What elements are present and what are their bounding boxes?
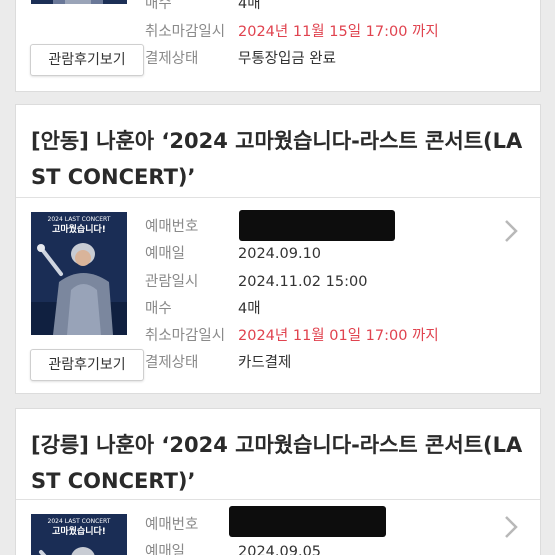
ticket-count-value: 4매 <box>238 301 261 317</box>
chevron-right-icon[interactable] <box>502 514 520 540</box>
concert-poster <box>31 0 127 4</box>
row-label: 예매일 <box>145 544 186 555</box>
svg-text:고마웠습니다!: 고마웠습니다! <box>52 223 106 235</box>
row-label: 예매일 <box>145 246 186 262</box>
booking-date-value: 2024.09.05 <box>238 544 322 555</box>
svg-text:2024 LAST CONCERT: 2024 LAST CONCERT <box>48 216 111 223</box>
show-datetime-value: 2024.11.02 15:00 <box>238 274 368 290</box>
chevron-right-icon[interactable] <box>502 218 520 244</box>
row-label: 관람일시 <box>145 274 199 290</box>
concert-poster: 2024 LAST CONCERT 고마웠습니다! <box>31 514 127 555</box>
ticket-details[interactable]: 2024 LAST CONCERT 고마웠습니다! 예매번호 예매일 2024.… <box>16 499 540 555</box>
concert-title: [강릉] 나훈아 ‘2024 고마웠습니다-라스트 콘서트(LAST CONCE… <box>31 433 523 493</box>
view-review-button[interactable]: 관람후기보기 <box>30 349 144 381</box>
row-label: 예매번호 <box>145 517 199 533</box>
row-label: 결제상태 <box>145 355 199 371</box>
cancel-deadline-value: 2024년 11월 15일 17:00 까지 <box>238 24 439 40</box>
row-label: 취소마감일시 <box>145 328 226 344</box>
redaction-bar <box>229 506 386 537</box>
booking-date-value: 2024.09.10 <box>238 246 322 262</box>
ticket-card-2[interactable]: [안동] 나훈아 ‘2024 고마웠습니다-라스트 콘서트(LAST CONCE… <box>15 104 541 394</box>
cancel-deadline-value: 2024년 11월 01일 17:00 까지 <box>238 328 439 344</box>
ticket-card-1[interactable]: 매수 4매 취소마감일시 2024년 11월 15일 17:00 까지 결제상태… <box>15 0 541 92</box>
row-label: 매수 <box>145 0 172 12</box>
view-review-button[interactable]: 관람후기보기 <box>30 44 144 76</box>
row-label: 매수 <box>145 301 172 317</box>
payment-status-value: 무통장입금 완료 <box>238 51 336 67</box>
svg-text:고마웠습니다!: 고마웠습니다! <box>52 525 106 537</box>
svg-text:2024 LAST CONCERT: 2024 LAST CONCERT <box>48 518 111 525</box>
row-value: 4매 <box>238 0 261 12</box>
ticket-card-3[interactable]: [강릉] 나훈아 ‘2024 고마웠습니다-라스트 콘서트(LAST CONCE… <box>15 408 541 555</box>
concert-poster: 2024 LAST CONCERT 고마웠습니다! <box>31 212 127 335</box>
redaction-bar <box>239 210 395 241</box>
payment-status-value: 카드결제 <box>238 355 292 371</box>
row-label: 예매번호 <box>145 219 199 235</box>
ticket-details[interactable]: 2024 LAST CONCERT 고마웠습니다! 예매번호 예매일 2024.… <box>16 197 540 394</box>
row-label: 취소마감일시 <box>145 24 226 40</box>
row-label: 결제상태 <box>145 51 199 67</box>
concert-title: [안동] 나훈아 ‘2024 고마웠습니다-라스트 콘서트(LAST CONCE… <box>31 129 523 189</box>
